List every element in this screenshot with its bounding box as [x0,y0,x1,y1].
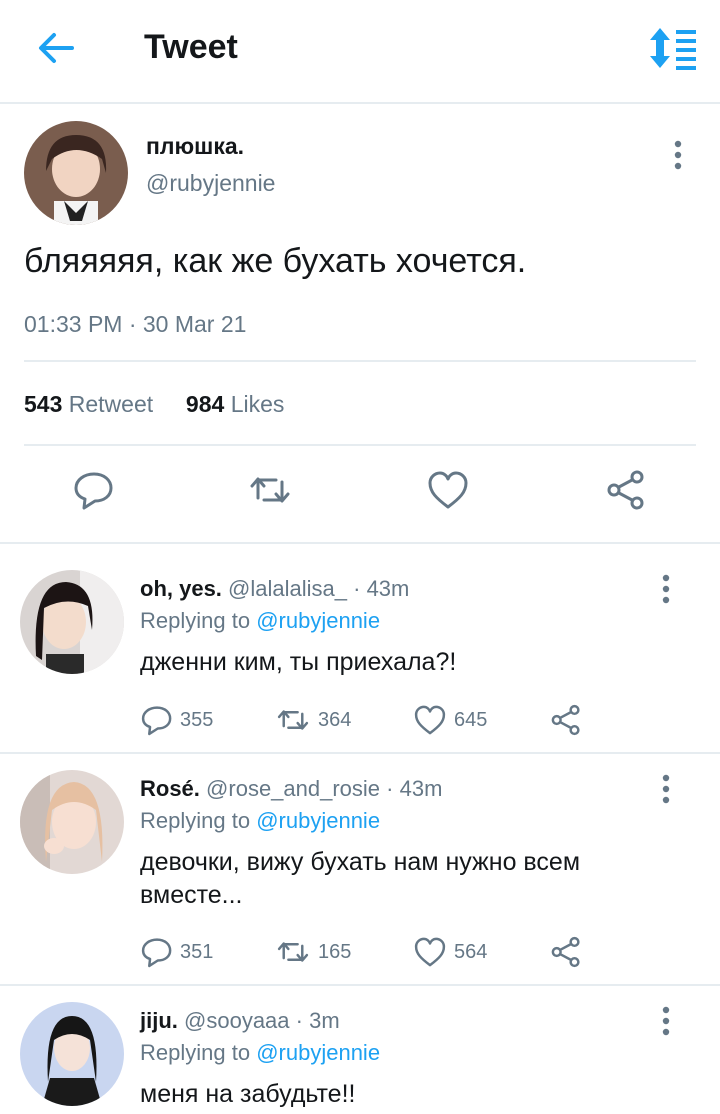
reply-time: · 43m [386,776,443,801]
replying-mention[interactable]: @rubyjennie [256,1040,380,1065]
reply-time: · 43m [353,576,410,601]
replying-prefix: Replying to [140,608,251,633]
reply-time: · 3m [295,1008,340,1033]
retweet-count[interactable]: 543 [24,391,62,417]
share-button[interactable] [548,703,584,737]
retweet-button[interactable]: 364 [274,703,351,737]
replying-mention[interactable]: @rubyjennie [256,808,380,833]
like-button[interactable] [426,468,470,512]
heart-icon [414,937,446,967]
reply-button[interactable]: 355 [140,703,213,737]
heart-icon [428,471,468,509]
share-icon [551,704,580,736]
tweet-timestamp: 01:33 PM · 30 Mar 21 [24,311,247,337]
top-bar: Tweet [0,0,720,104]
author-handle[interactable]: @rubyjennie [146,170,275,197]
replying-to: Replying to @rubyjennie [140,1040,380,1066]
avatar[interactable] [20,770,124,874]
sort-lines-icon [650,28,696,70]
avatar-photo [20,1002,124,1106]
avatar[interactable] [20,1002,124,1106]
reply-header: Rosé. @rose_and_rosie · 43m [140,776,442,802]
replying-to: Replying to @rubyjennie [140,808,380,834]
tweet-stats: 543 Retweet 984 Likes [24,391,284,418]
reply-tweet[interactable]: jiju. @sooyaaa · 3m Replying to @rubyjen… [0,986,720,1114]
reply-header: jiju. @sooyaaa · 3m [140,1008,340,1034]
reply-tweet[interactable]: oh, yes. @lalalalisa_ · 43m Replying to … [0,544,720,752]
share-button[interactable] [548,935,584,969]
reply-count: 351 [180,940,214,963]
back-button[interactable] [36,30,76,66]
retweet-icon [277,710,309,730]
comment-icon [141,938,172,968]
retweet-button[interactable]: 165 [274,935,351,969]
reply-header: oh, yes. @lalalalisa_ · 43m [140,576,409,602]
retweet-label[interactable]: Retweet [69,391,153,417]
sort-button[interactable] [646,26,698,70]
share-icon [551,936,580,968]
retweet-button[interactable] [248,468,292,512]
more-vertical-icon [662,1006,670,1036]
retweet-icon [250,477,290,503]
arrow-left-icon [39,33,74,63]
more-vertical-icon [662,774,670,804]
heart-icon [414,705,446,735]
retweet-count: 165 [318,940,352,963]
like-button[interactable]: 645 [412,703,487,737]
divider [24,360,696,362]
more-options-button[interactable] [652,774,680,804]
author-name[interactable]: плюшка. [146,133,244,160]
replying-prefix: Replying to [140,1040,251,1065]
page-title: Tweet [144,28,238,66]
replying-mention[interactable]: @rubyjennie [256,608,380,633]
divider [24,444,696,446]
likes-count[interactable]: 984 [186,391,224,417]
like-button[interactable]: 564 [412,935,487,969]
like-count: 645 [454,708,488,731]
avatar[interactable] [20,570,124,674]
share-icon [607,470,644,510]
reply-author-handle[interactable]: @sooyaaa [184,1008,290,1033]
avatar-photo [24,121,128,225]
comment-icon [141,706,172,736]
reply-button[interactable] [72,468,116,512]
reply-text: девочки, вижу бухать нам нужно всем вмес… [140,848,581,909]
reply-tweet[interactable]: Rosé. @rose_and_rosie · 43m Replying to … [0,754,720,984]
replying-prefix: Replying to [140,808,251,833]
avatar-photo [20,770,124,874]
comment-icon [74,472,113,510]
retweet-count: 364 [318,708,352,731]
reply-count: 355 [180,708,214,731]
more-vertical-icon [674,140,682,170]
avatar-photo [20,570,124,674]
reply-button[interactable]: 351 [140,935,213,969]
reply-author-handle[interactable]: @rose_and_rosie [206,776,380,801]
more-options-button[interactable] [652,1006,680,1036]
reply-author-name[interactable]: Rosé. [140,776,200,801]
more-options-button[interactable] [664,140,692,170]
more-options-button[interactable] [652,574,680,604]
like-count: 564 [454,940,488,963]
reply-text: меня на забудьте!! [140,1080,356,1108]
retweet-icon [277,942,309,962]
main-tweet: плюшка. @rubyjennie бляяяяя, как же буха… [0,106,720,543]
likes-label[interactable]: Likes [231,391,285,417]
avatar[interactable] [24,121,128,225]
reply-author-handle[interactable]: @lalalalisa_ [228,576,347,601]
reply-text: дженни ким, ты приехала?! [140,648,457,676]
reply-author-name[interactable]: jiju. [140,1008,178,1033]
share-button[interactable] [604,468,648,512]
more-vertical-icon [662,574,670,604]
tweet-text: бляяяяя, как же бухать хочется. [24,242,527,280]
reply-author-name[interactable]: oh, yes. [140,576,222,601]
replying-to: Replying to @rubyjennie [140,608,380,634]
